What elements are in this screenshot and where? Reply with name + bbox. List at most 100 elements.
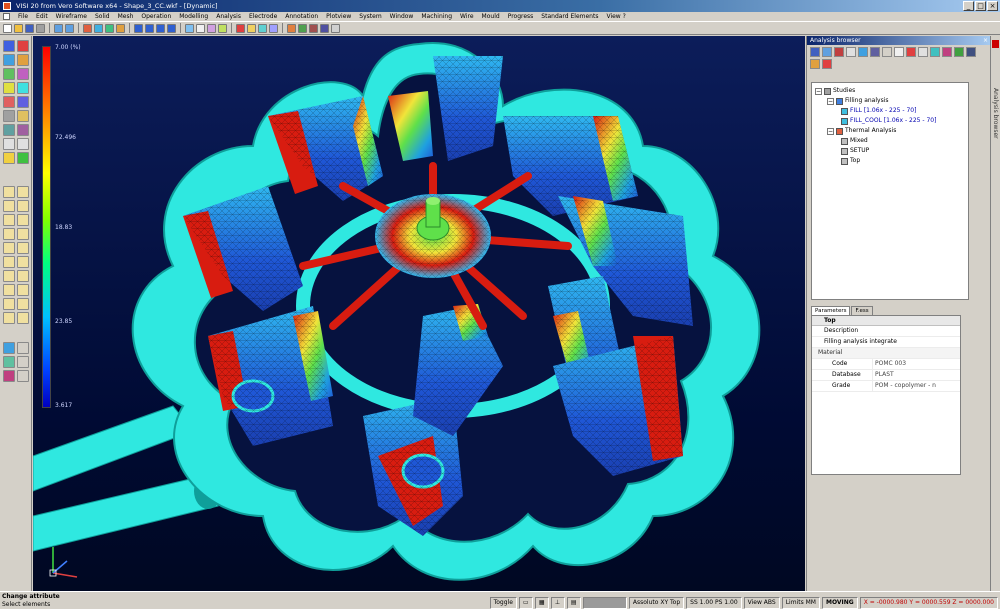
tree-item[interactable]: − Thermal Analysis (815, 126, 965, 136)
save-icon[interactable] (25, 23, 34, 33)
menu-system[interactable]: System (355, 12, 385, 21)
new-study-icon[interactable] (810, 47, 820, 57)
dock-close-icon[interactable] (992, 40, 999, 48)
delete-study-icon[interactable] (822, 59, 832, 69)
toggle-button[interactable]: Toggle (489, 597, 517, 609)
menu-progress[interactable]: Progress (504, 12, 538, 21)
arrow-right-icon[interactable] (17, 138, 29, 150)
offset-icon[interactable] (17, 186, 29, 198)
menu-standard-elements[interactable]: Standard Elements (537, 12, 602, 21)
wireframe-icon[interactable] (196, 23, 205, 33)
layer-status-icon[interactable]: ▤ (566, 597, 581, 609)
arrow-left-icon[interactable] (3, 138, 15, 150)
stop-icon[interactable] (906, 47, 916, 57)
tree-item[interactable]: − Filling analysis (815, 96, 965, 106)
menu-mesh[interactable]: Mesh (114, 12, 138, 21)
delete-icon[interactable] (236, 23, 245, 33)
dimension-icon[interactable] (3, 242, 15, 254)
maximize-button[interactable]: □ (975, 1, 986, 11)
shade-icon[interactable] (185, 23, 194, 33)
mesh-setup-icon[interactable] (846, 47, 856, 57)
property-row[interactable]: Database PLAST (812, 370, 960, 381)
layer-icon[interactable] (207, 23, 216, 33)
view-front-icon[interactable] (145, 23, 154, 33)
measure-icon[interactable] (269, 23, 278, 33)
arc-icon[interactable] (3, 54, 15, 66)
view-iso-icon[interactable] (167, 23, 176, 33)
property-row[interactable]: Filling analysis integrate (812, 337, 960, 348)
explode-icon[interactable] (3, 298, 15, 310)
tab-parameters[interactable]: Parameters (811, 306, 851, 315)
results-icon[interactable] (870, 47, 880, 57)
tree-collapse-icon[interactable]: − (815, 87, 822, 95)
snap-icon[interactable]: ▭ (518, 597, 533, 609)
color-status[interactable] (582, 597, 627, 609)
minimize-button[interactable]: _ (963, 1, 974, 11)
menu-solid[interactable]: Solid (91, 12, 114, 21)
analysis-icon[interactable] (287, 23, 296, 33)
open-study-icon[interactable] (918, 47, 928, 57)
units-field[interactable]: Limits MM (781, 597, 820, 609)
pan-icon[interactable] (116, 23, 125, 33)
split-icon[interactable] (3, 284, 15, 296)
menu-wireframe[interactable]: Wireframe (52, 12, 91, 21)
menu-plotview[interactable]: Plotview (322, 12, 355, 21)
3d-viewport[interactable]: 7.00 (%) 72.496 18.83 23.85 3.617 (33, 36, 805, 591)
cube-icon[interactable] (17, 82, 29, 94)
tree-item[interactable]: − Studies (815, 86, 965, 96)
settings-icon[interactable] (331, 23, 340, 33)
animation-icon[interactable] (954, 47, 964, 57)
mesh-icon[interactable] (298, 23, 307, 33)
smiley-icon[interactable] (3, 152, 15, 164)
rotate-icon[interactable] (105, 23, 114, 33)
rect-icon[interactable] (3, 68, 15, 80)
close-button[interactable]: × (987, 1, 998, 11)
text-icon[interactable] (17, 242, 29, 254)
polyline-icon[interactable] (17, 68, 29, 80)
sketch-icon[interactable] (3, 186, 15, 198)
point-icon[interactable] (3, 40, 15, 52)
coord-system-field[interactable]: Assoluto XY Top (628, 597, 685, 609)
group-icon[interactable] (17, 298, 29, 310)
copy-icon[interactable] (3, 228, 15, 240)
new-icon[interactable] (3, 23, 12, 33)
menu-window[interactable]: Window (386, 12, 418, 21)
menu-view[interactable]: View ? (602, 12, 629, 21)
layer-select-icon[interactable] (3, 312, 15, 324)
fillet-icon[interactable] (3, 110, 15, 122)
zoom-icon[interactable] (83, 23, 92, 33)
tree-collapse-icon[interactable]: − (827, 127, 834, 135)
menu-file[interactable]: File (14, 12, 32, 21)
join-icon[interactable] (17, 284, 29, 296)
menu-modelling[interactable]: Modelling (175, 12, 212, 21)
color-palette-icon[interactable] (3, 370, 15, 382)
menu-mould[interactable]: Mould (478, 12, 504, 21)
open-icon[interactable] (14, 23, 23, 33)
electrode-icon[interactable] (320, 23, 329, 33)
mirror-icon[interactable] (3, 200, 15, 212)
filter-icon[interactable] (17, 312, 29, 324)
light-icon[interactable] (247, 23, 256, 33)
menu-electrode[interactable]: Electrode (245, 12, 281, 21)
material-icon[interactable] (834, 47, 844, 57)
tree-collapse-icon[interactable]: − (827, 97, 834, 105)
grid-snap-icon[interactable]: ▦ (534, 597, 549, 609)
panel-close-icon[interactable]: × (983, 36, 988, 45)
property-row[interactable]: Grade POM - copolymer - n (812, 381, 960, 392)
zoom-window-icon[interactable] (94, 23, 103, 33)
undo-icon[interactable] (54, 23, 63, 33)
save-view-icon[interactable] (3, 342, 15, 354)
gate-icon[interactable] (930, 47, 940, 57)
line-icon[interactable] (17, 40, 29, 52)
section-icon[interactable] (258, 23, 267, 33)
extend-icon[interactable] (17, 124, 29, 136)
property-row[interactable]: Code POMC 003 (812, 359, 960, 370)
spline-icon[interactable] (17, 256, 29, 268)
monitor-icon[interactable] (966, 47, 976, 57)
array-icon[interactable] (17, 228, 29, 240)
view-top-icon[interactable] (134, 23, 143, 33)
side-tab-analysis-browser[interactable]: Analysis browser (992, 88, 999, 139)
menu-analysis[interactable]: Analysis (212, 12, 245, 21)
tree-item[interactable]: Mixed (815, 136, 965, 146)
scale-field[interactable]: SS 1.00 PS 1.00 (686, 597, 742, 609)
